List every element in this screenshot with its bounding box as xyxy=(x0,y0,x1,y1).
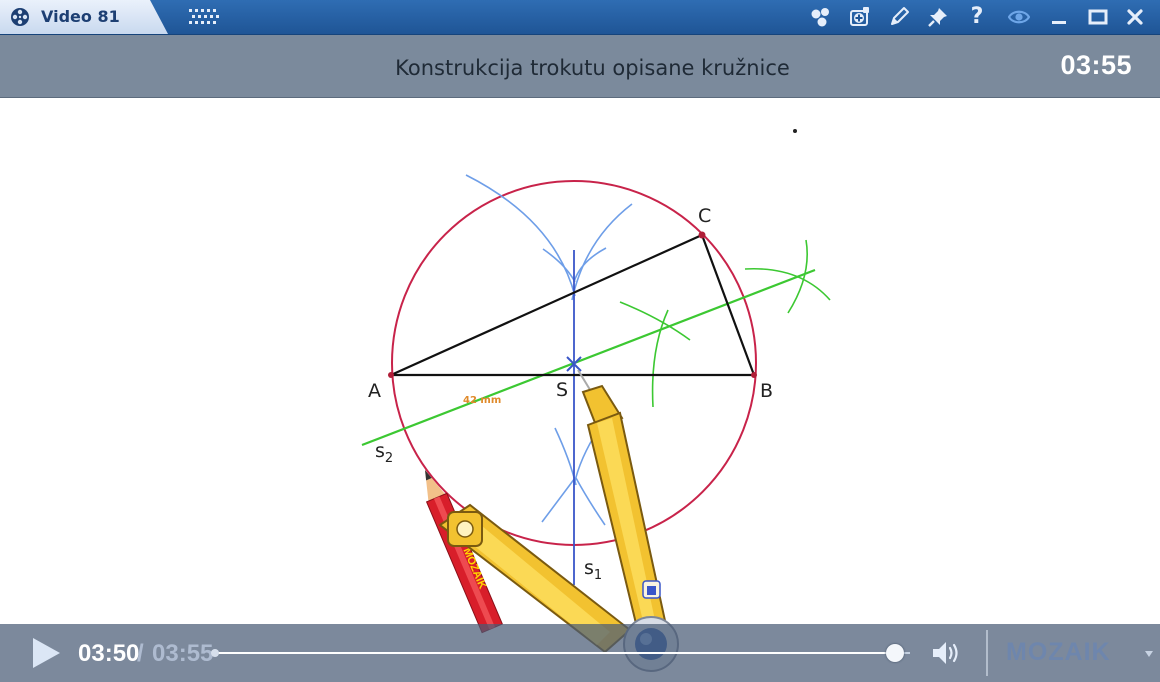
label-b: B xyxy=(760,380,773,402)
seek-start-marker xyxy=(211,649,219,657)
play-icon[interactable] xyxy=(30,636,62,670)
seek-bar[interactable] xyxy=(211,644,910,662)
film-reel-icon xyxy=(11,8,29,26)
mozaik-logo: MOZAIK xyxy=(1006,638,1136,668)
expand-arrow-icon[interactable] xyxy=(1144,649,1154,659)
window-title: Video 81 xyxy=(41,7,120,26)
pencil-button[interactable] xyxy=(886,4,912,30)
current-time: 03:50 xyxy=(78,640,140,667)
label-a: A xyxy=(368,380,381,402)
seek-handle[interactable] xyxy=(886,644,905,662)
window-tab[interactable]: Video 81 xyxy=(0,0,168,34)
label-s2: s2 xyxy=(375,440,393,466)
green-arcs xyxy=(619,239,831,408)
close-button[interactable] xyxy=(1122,4,1148,30)
video-header: Konstrukcija trokutu opisane kružnice 03… xyxy=(0,35,1160,98)
construction-drawing: A B C S s2 s1 42 mm MOZAIK xyxy=(361,129,831,672)
close-icon xyxy=(1127,9,1143,25)
video-title: Konstrukcija trokutu opisane kružnice xyxy=(395,56,790,80)
help-icon: ? xyxy=(970,4,984,29)
minimize-button[interactable] xyxy=(1046,4,1072,30)
triangle-abc xyxy=(390,233,756,377)
pencil-icon xyxy=(891,7,909,25)
divider xyxy=(986,630,988,676)
speaker-icon[interactable] xyxy=(930,638,962,668)
grid-icon[interactable] xyxy=(188,8,220,26)
molecule-button[interactable] xyxy=(808,4,834,30)
stray-dot xyxy=(793,129,797,133)
eye-icon xyxy=(1008,10,1030,24)
pin-icon xyxy=(928,8,947,27)
help-button[interactable]: ? xyxy=(964,4,990,30)
minimize-icon xyxy=(1052,21,1066,24)
add-content-button[interactable] xyxy=(846,4,872,30)
pin-button[interactable] xyxy=(925,4,951,30)
label-s: S xyxy=(556,379,568,401)
maximize-button[interactable] xyxy=(1085,4,1111,30)
brand-text: MOZAIK xyxy=(1006,638,1111,666)
molecule-icon xyxy=(811,8,829,27)
total-time: 03:55 xyxy=(152,640,214,667)
label-s1: s1 xyxy=(584,557,602,583)
video-duration: 03:55 xyxy=(1060,50,1132,80)
time-separator: / xyxy=(137,640,144,667)
eye-button[interactable] xyxy=(1006,4,1032,30)
maximize-icon xyxy=(1088,9,1108,25)
player-controls: 03:50 / 03:55 MOZAIK xyxy=(0,624,1160,682)
title-bar: Video 81 ? xyxy=(0,0,1160,35)
video-canvas[interactable]: A B C S s2 s1 42 mm MOZAIK xyxy=(0,98,1160,682)
add-icon xyxy=(850,7,869,26)
label-c: C xyxy=(698,205,711,227)
measurement-label: 42 mm xyxy=(463,395,501,406)
seek-progress xyxy=(214,652,896,654)
